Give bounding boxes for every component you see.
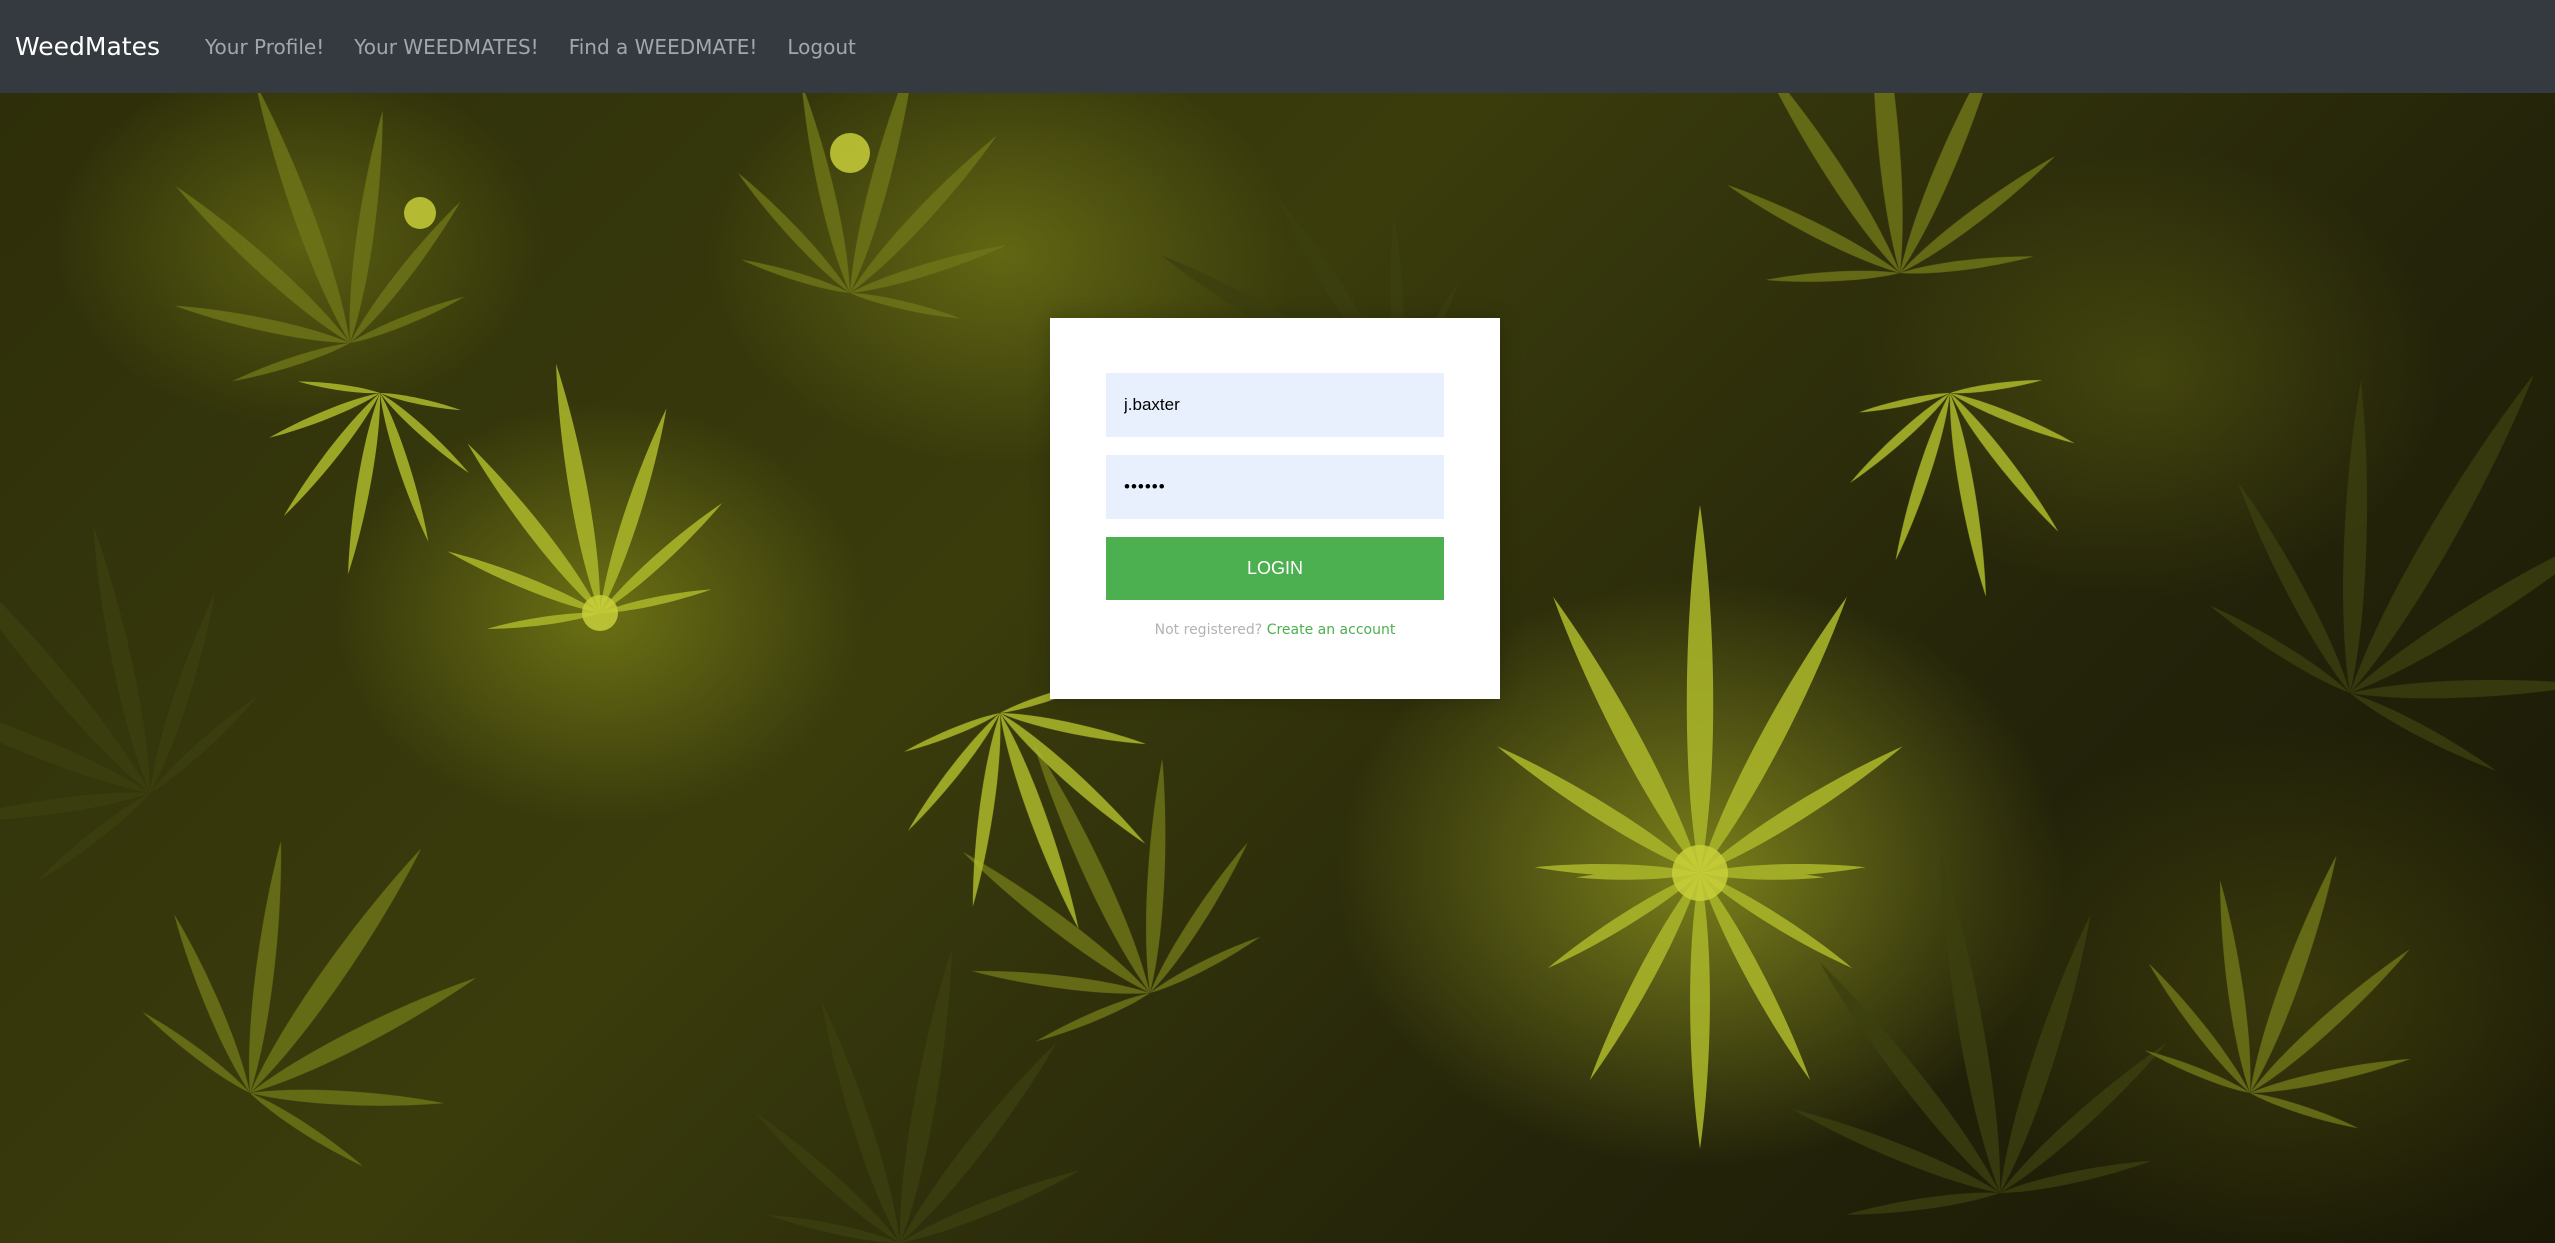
brand-logo-link[interactable]: WeedMates [15,32,160,61]
nav-link-logout[interactable]: Logout [787,35,855,59]
login-button[interactable]: LOGIN [1106,537,1444,600]
nav-link-your-profile[interactable]: Your Profile! [205,35,324,59]
username-input[interactable] [1106,373,1444,437]
not-registered-text: Not registered? [1154,622,1263,638]
password-input[interactable] [1106,455,1444,519]
nav-link-find-weedmate[interactable]: Find a WEEDMATE! [569,35,758,59]
login-card: LOGIN Not registered? Create an account [1050,318,1500,699]
create-account-link[interactable]: Create an account [1267,622,1396,638]
nav-link-your-weedmates[interactable]: Your WEEDMATES! [354,35,538,59]
register-message: Not registered? Create an account [1106,622,1444,638]
top-navbar: WeedMates Your Profile! Your WEEDMATES! … [0,0,2555,93]
